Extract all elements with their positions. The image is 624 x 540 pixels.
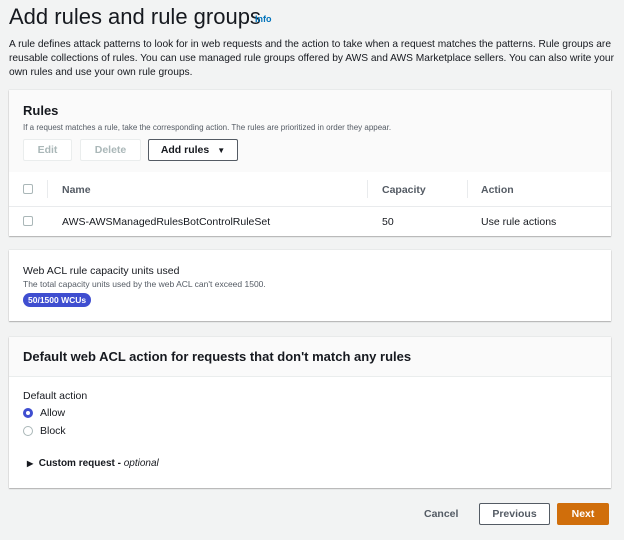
custom-request-expander[interactable]: ▶ Custom request - optional (27, 458, 159, 469)
default-action-label: Default action (23, 390, 88, 402)
page-title: Add rules and rule groups (9, 4, 261, 29)
column-name[interactable]: Name (62, 184, 91, 196)
block-radio[interactable] (23, 426, 33, 436)
wcu-badge: 50/1500 WCUs (23, 293, 92, 307)
allow-label[interactable]: Allow (40, 407, 65, 419)
default-action-title: Default web ACL action for requests that… (23, 349, 412, 364)
allow-radio[interactable] (23, 408, 33, 418)
custom-request-label: Custom request (38, 458, 115, 469)
rule-action: Use rule actions (481, 216, 557, 228)
previous-button[interactable]: Previous (479, 503, 550, 525)
block-label[interactable]: Block (40, 425, 66, 437)
edit-button[interactable]: Edit (23, 139, 72, 161)
next-button[interactable]: Next (557, 503, 609, 525)
caret-right-icon: ▶ (27, 459, 34, 468)
custom-request-optional: optional (123, 458, 159, 469)
add-rules-button[interactable]: Add rules ▼ (148, 139, 238, 161)
delete-button[interactable]: Delete (80, 139, 141, 161)
rule-name: AWS-AWSManagedRulesBotControlRuleSet (62, 216, 271, 228)
capacity-title: Web ACL rule capacity units used (23, 265, 180, 277)
rules-title: Rules (23, 103, 59, 118)
row-checkbox[interactable] (23, 216, 33, 226)
cancel-button[interactable]: Cancel (424, 508, 458, 520)
capacity-description: The total capacity units used by the web… (23, 279, 266, 289)
caret-down-icon: ▼ (217, 145, 226, 155)
rules-description: If a request matches a rule, take the co… (23, 123, 392, 132)
column-capacity[interactable]: Capacity (382, 184, 426, 196)
add-rules-label: Add rules (160, 144, 210, 156)
select-all-checkbox[interactable] (23, 184, 33, 194)
rule-capacity: 50 (382, 216, 394, 228)
column-action[interactable]: Action (481, 184, 514, 196)
page-description: A rule defines attack patterns to look f… (9, 39, 614, 78)
info-link[interactable]: Info (255, 14, 272, 24)
